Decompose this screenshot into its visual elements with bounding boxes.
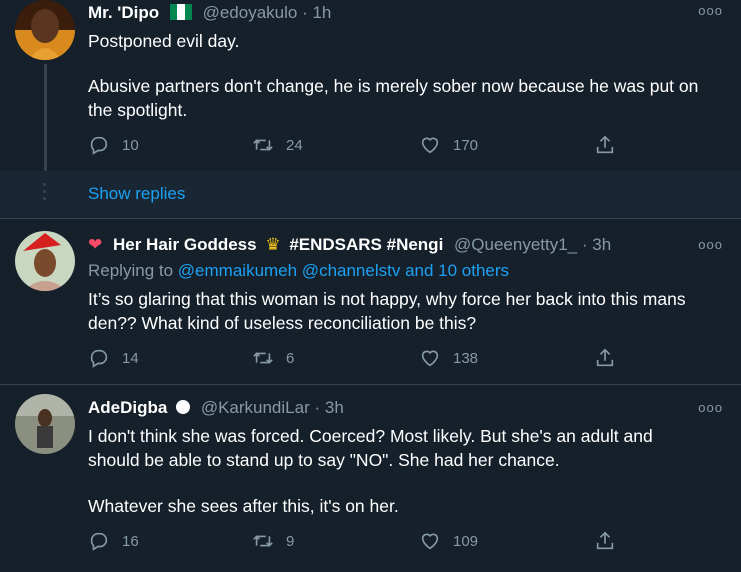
user-name[interactable]: Her Hair Goddess [113, 235, 257, 254]
retweet-count: 24 [286, 136, 303, 154]
timestamp[interactable]: · 3h [314, 398, 343, 417]
retweet-button[interactable]: 9 [252, 530, 294, 552]
retweet-button[interactable]: 6 [252, 347, 294, 369]
reply-icon [90, 349, 108, 368]
retweet-icon [253, 139, 273, 151]
retweet-button[interactable]: 24 [252, 134, 303, 156]
like-button[interactable]: 170 [419, 134, 478, 156]
nigeria-flag-icon [169, 4, 192, 20]
share-button[interactable] [594, 347, 628, 369]
reply-count: 14 [122, 349, 139, 367]
reply-button[interactable]: 10 [88, 134, 139, 156]
tweet-actions: 16 9 109 [88, 530, 628, 554]
tweet-text-paragraph-2: Whatever she sees after this, it's on he… [88, 496, 399, 516]
timestamp[interactable]: · 3h [582, 235, 611, 254]
tweet-header: AdeDigba @KarkundiLar · 3h [88, 398, 344, 418]
heart-icon [421, 137, 439, 154]
share-icon [596, 348, 614, 367]
replying-to-label: Replying to [88, 261, 174, 280]
more-options-icon[interactable]: ooo [698, 3, 723, 18]
more-options-icon[interactable]: ooo [698, 237, 723, 252]
like-count: 109 [453, 532, 479, 550]
heart-emoji-icon: ❤ [88, 235, 103, 254]
thread-line [44, 64, 47, 171]
replying-to-users[interactable]: @emmaikumeh @channelstv and 10 others [178, 261, 509, 280]
tweet-text-line-1: Postponed evil day. [88, 31, 240, 51]
tweet-actions: 14 6 138 [88, 347, 628, 371]
user-name[interactable]: Mr. 'Dipo [88, 3, 159, 22]
replying-to: Replying to @emmaikumeh @channelstv and … [88, 261, 509, 281]
like-button[interactable]: 138 [419, 347, 478, 369]
user-handle[interactable]: @Queenyetty1_ [454, 235, 577, 254]
tweet-1[interactable]: Mr. 'Dipo @edoyakulo · 1h ooo Postponed … [0, 0, 741, 171]
like-count: 170 [453, 136, 479, 154]
more-options-icon[interactable]: ooo [698, 400, 723, 415]
crown-emoji-icon: ♛ [265, 235, 281, 254]
retweet-icon [253, 352, 273, 364]
timestamp[interactable]: · 1h [302, 3, 331, 22]
verified-badge-icon [176, 400, 191, 414]
thread-dots [43, 183, 47, 204]
user-handle[interactable]: @edoyakulo [203, 3, 298, 22]
user-name[interactable]: AdeDigba [88, 398, 167, 417]
reply-icon [90, 136, 108, 155]
tweet-header: ❤ Her Hair Goddess ♛ #ENDSARS #Nengi @Qu… [88, 235, 611, 255]
heart-icon [421, 533, 439, 550]
tweet-text: It’s so glaring that this woman is not h… [88, 289, 686, 333]
reply-count: 10 [122, 136, 139, 154]
share-icon [596, 135, 614, 154]
user-name-tags[interactable]: #ENDSARS #Nengi [289, 235, 443, 254]
share-button[interactable] [594, 134, 628, 156]
like-button[interactable]: 109 [419, 530, 478, 552]
avatar[interactable] [15, 394, 75, 454]
user-handle[interactable]: @KarkundiLar [201, 398, 310, 417]
tweet-text-paragraph-2: Abusive partners don't change, he is mer… [88, 76, 699, 120]
retweet-count: 9 [286, 532, 295, 550]
tweet-2[interactable]: ❤ Her Hair Goddess ♛ #ENDSARS #Nengi @Qu… [0, 219, 741, 384]
tweet-3[interactable]: AdeDigba @KarkundiLar · 3h ooo I don't t… [0, 385, 741, 572]
tweet-header: Mr. 'Dipo @edoyakulo · 1h [88, 3, 331, 23]
tweet-text-paragraph-1: I don't think she was forced. Coerced? M… [88, 426, 653, 470]
reply-count: 16 [122, 532, 139, 550]
avatar[interactable] [15, 231, 75, 291]
reply-button[interactable]: 16 [88, 530, 139, 552]
avatar[interactable] [15, 0, 75, 60]
retweet-icon [253, 535, 273, 547]
retweet-count: 6 [286, 349, 295, 367]
share-icon [596, 531, 614, 550]
like-count: 138 [453, 349, 479, 367]
show-replies-link[interactable]: Show replies [88, 184, 185, 204]
reply-button[interactable]: 14 [88, 347, 139, 369]
tweet-actions: 10 24 170 [88, 134, 628, 158]
heart-icon [421, 350, 439, 367]
reply-icon [90, 532, 108, 551]
share-button[interactable] [594, 530, 628, 552]
